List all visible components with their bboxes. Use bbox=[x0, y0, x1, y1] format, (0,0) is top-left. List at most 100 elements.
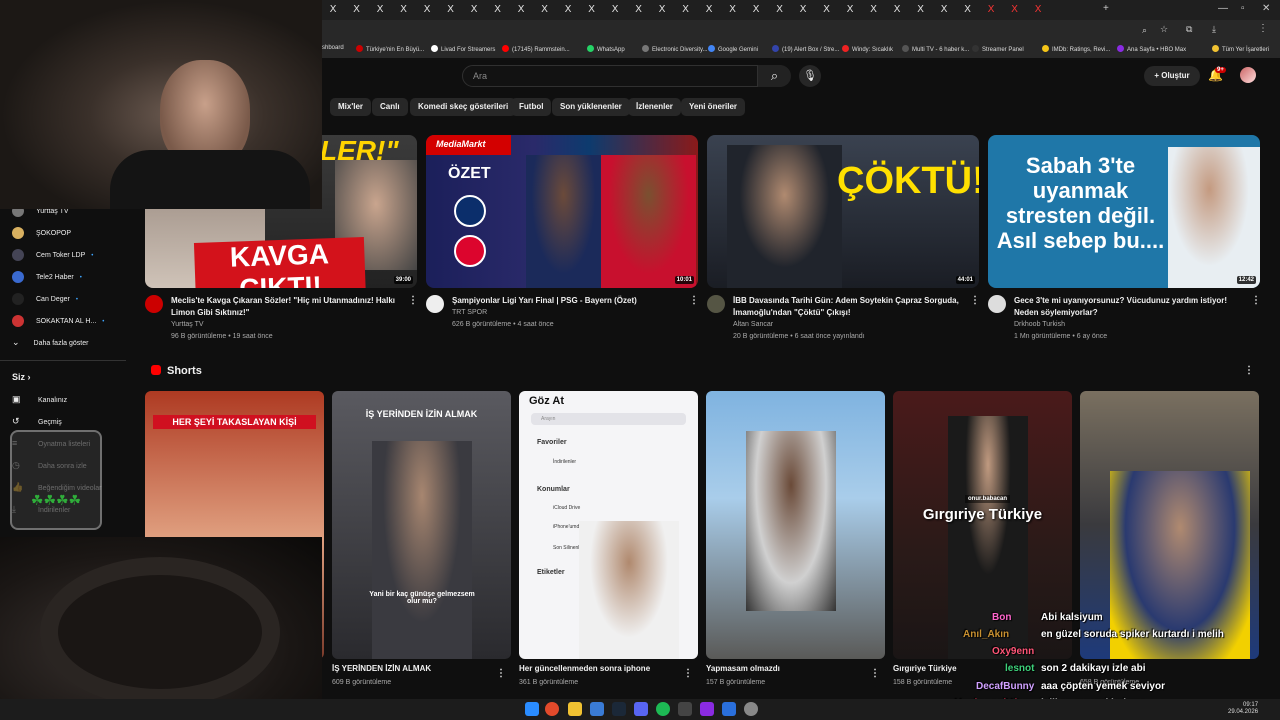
create-button[interactable]: + Oluştur bbox=[1144, 66, 1200, 86]
browser-tab[interactable]: X bbox=[980, 2, 1002, 18]
more-options-icon[interactable]: ⋮ bbox=[870, 668, 880, 679]
search-input[interactable]: Ara bbox=[462, 65, 790, 87]
browser-tab[interactable]: X bbox=[816, 2, 838, 18]
browser-tab[interactable]: X bbox=[416, 2, 438, 18]
channel-avatar[interactable] bbox=[988, 295, 1006, 313]
browser-tab[interactable]: X bbox=[557, 2, 579, 18]
browser-tab[interactable]: X bbox=[1027, 2, 1049, 18]
bookmark-item[interactable]: WhatsApp bbox=[587, 45, 625, 53]
channel-name[interactable]: Drkhoob Turkish bbox=[1014, 321, 1065, 328]
video-thumbnail[interactable]: ÇÖKTÜ! 44:01 bbox=[707, 135, 979, 288]
extensions-icon[interactable]: ⧉ bbox=[1186, 24, 1192, 35]
more-options-icon[interactable]: ⋮ bbox=[1251, 295, 1261, 306]
sidebar-subscription[interactable]: Cem Toker LDP • bbox=[12, 249, 93, 265]
channel-avatar[interactable] bbox=[145, 295, 163, 313]
bookmark-item[interactable]: IMDb: Ratings, Revi... bbox=[1042, 45, 1110, 53]
browser-tab[interactable]: X bbox=[675, 2, 697, 18]
short-title[interactable]: Her güncellenmeden sonra iphone bbox=[519, 664, 650, 673]
bookmark-item[interactable]: Türkiye'nin En Büyü... bbox=[356, 45, 424, 53]
channel-name[interactable]: Yurttaş TV bbox=[171, 321, 204, 328]
more-options-icon[interactable]: ⋮ bbox=[496, 668, 506, 679]
bookmark-item[interactable]: Multi TV - 6 haber k... bbox=[902, 45, 969, 53]
sidebar-subscription[interactable]: Tele2 Haber • bbox=[12, 271, 82, 287]
filter-chip[interactable]: Son yüklenenler bbox=[552, 98, 630, 116]
bookmark-item[interactable]: Electronic Diversity... bbox=[642, 45, 708, 53]
windows-start-icon[interactable] bbox=[525, 702, 539, 716]
short-thumbnail[interactable]: Göz At Arayın Favoriler İndirilenler Konuml… bbox=[519, 391, 698, 659]
short-thumbnail[interactable] bbox=[1080, 391, 1259, 659]
more-options-icon[interactable]: ⋮ bbox=[1244, 365, 1254, 376]
you-section-title[interactable]: Siz › bbox=[12, 372, 31, 388]
browser-tab[interactable]: X bbox=[534, 2, 556, 18]
video-title[interactable]: Meclis'te Kavga Çıkaran Sözler! "Hiç mi … bbox=[171, 295, 406, 319]
sidebar-you-item[interactable]: ▣ Kanalınız bbox=[12, 394, 67, 410]
sidebar-subscription[interactable]: Can Deger • bbox=[12, 293, 78, 309]
minimize-icon[interactable]: — bbox=[1218, 3, 1228, 14]
browser-tab[interactable]: X bbox=[910, 2, 932, 18]
short-thumbnail[interactable]: İŞ YERİNDEN İZİN ALMAK Yani bir kaç günü… bbox=[332, 391, 511, 659]
app-icon[interactable] bbox=[590, 702, 604, 716]
browser-tab[interactable]: X bbox=[393, 2, 415, 18]
bookmark-item[interactable]: Google Gemini bbox=[708, 45, 758, 53]
more-options-icon[interactable]: ⋮ bbox=[970, 295, 980, 306]
browser-tab[interactable]: X bbox=[957, 2, 979, 18]
close-window-icon[interactable]: ✕ bbox=[1262, 3, 1270, 14]
zoom-icon[interactable]: ⌕ bbox=[1142, 25, 1147, 36]
channel-name[interactable]: Altan Sancar bbox=[733, 321, 773, 328]
short-title[interactable]: Yapmasam olmazdı bbox=[706, 664, 780, 673]
more-options-icon[interactable]: ⋮ bbox=[689, 295, 699, 306]
bookmark-item[interactable]: (19) Alert Box / Stre... bbox=[772, 45, 839, 53]
folder-icon[interactable] bbox=[568, 702, 582, 716]
avatar[interactable] bbox=[1240, 67, 1256, 83]
short-thumbnail[interactable] bbox=[706, 391, 885, 659]
browser-tab[interactable]: X bbox=[346, 2, 368, 18]
browser-tab[interactable]: X bbox=[722, 2, 744, 18]
new-tab-button[interactable]: + bbox=[1103, 3, 1109, 14]
browser-tab[interactable]: X bbox=[769, 2, 791, 18]
sidebar-subscription[interactable]: ŞOKOPOP bbox=[12, 227, 71, 243]
filter-chip[interactable]: Komedi skeç gösterileri bbox=[410, 98, 517, 116]
browser-tab[interactable]: X bbox=[698, 2, 720, 18]
video-title[interactable]: Gece 3'te mi uyanıyorsunuz? Vücudunuz ya… bbox=[1014, 295, 1244, 319]
obs-icon[interactable] bbox=[744, 702, 758, 716]
star-icon[interactable]: ☆ bbox=[1160, 24, 1168, 35]
search-icon[interactable]: ⌕ bbox=[757, 65, 791, 87]
bookmark-item[interactable]: Ana Sayfa • HBO Max bbox=[1117, 45, 1186, 53]
discord-icon[interactable] bbox=[634, 702, 648, 716]
browser-tab[interactable]: X bbox=[863, 2, 885, 18]
bookmark-item[interactable]: Livad For Streamers bbox=[431, 45, 495, 53]
browser-tab[interactable]: X bbox=[440, 2, 462, 18]
filter-chip[interactable]: İzlenenler bbox=[628, 98, 681, 116]
bookmark-item[interactable]: shboard bbox=[322, 45, 344, 51]
app-icon[interactable] bbox=[700, 702, 714, 716]
address-bar[interactable]: ⌕ ☆ ⧉ ⤓ ⋮ bbox=[322, 20, 1280, 42]
sidebar-subscription[interactable]: SOKAKTAN AL H... • bbox=[12, 315, 104, 331]
browser-tab[interactable]: X bbox=[322, 2, 344, 18]
video-thumbnail[interactable]: MediaMarkt ÖZET 10:01 bbox=[426, 135, 698, 288]
spotify-icon[interactable] bbox=[656, 702, 670, 716]
filter-chip[interactable]: Canlı bbox=[372, 98, 408, 116]
short-title[interactable]: Gırgıriye Türkiye bbox=[893, 664, 957, 673]
bookmark-item[interactable]: Windy: Sıcaklık bbox=[842, 45, 893, 53]
browser-tab[interactable]: X bbox=[933, 2, 955, 18]
steam-icon[interactable] bbox=[612, 702, 626, 716]
show-more-button[interactable]: ⌄ Daha fazla göster bbox=[12, 337, 88, 353]
browser-tab[interactable]: X bbox=[839, 2, 861, 18]
clock[interactable]: 09:17 29.04.2026 bbox=[1228, 702, 1258, 716]
channel-name[interactable]: TRT SPOR bbox=[452, 309, 487, 316]
browser-tab[interactable]: X bbox=[463, 2, 485, 18]
browser-tab[interactable]: X bbox=[369, 2, 391, 18]
browser-tab[interactable]: X bbox=[487, 2, 509, 18]
chrome-icon[interactable] bbox=[545, 702, 559, 716]
bookmark-item[interactable]: Tüm Yer İşaretleri bbox=[1212, 45, 1269, 53]
download-icon[interactable]: ⤓ bbox=[1212, 24, 1216, 35]
bookmark-item[interactable]: (17145) Rammstein... bbox=[502, 45, 570, 53]
channel-avatar[interactable] bbox=[707, 295, 725, 313]
maximize-icon[interactable]: ▫ bbox=[1241, 3, 1245, 14]
app-icon[interactable] bbox=[722, 702, 736, 716]
browser-tab[interactable]: X bbox=[581, 2, 603, 18]
video-title[interactable]: İBB Davasında Tarihi Gün: Adem Soytekin … bbox=[733, 295, 968, 319]
more-options-icon[interactable]: ⋮ bbox=[408, 295, 418, 306]
channel-avatar[interactable] bbox=[426, 295, 444, 313]
browser-tab[interactable]: X bbox=[510, 2, 532, 18]
